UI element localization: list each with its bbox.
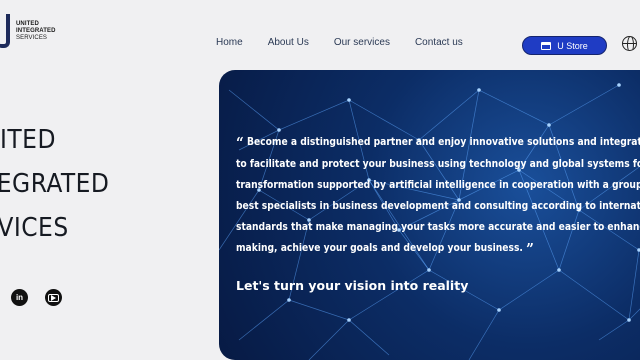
logo-line-3: SERVICES (16, 34, 48, 41)
social-links: in (11, 289, 62, 306)
hero-tagline: Let's turn your vision into reality (236, 278, 469, 293)
quote-line-1: “ Become a distinguished partner and enj… (236, 132, 640, 154)
title-line-1: NITED (0, 125, 56, 155)
quote-line-6: making, achieve your goals and develop y… (236, 238, 640, 260)
title-line-3: RVICES (0, 213, 69, 243)
close-quote: ” (526, 240, 534, 258)
store-icon (541, 41, 552, 50)
quote-line-4: best specialists in business development… (236, 201, 640, 212)
logo-line-2: INTEGRATED (16, 27, 56, 34)
logo-mark-icon (0, 14, 12, 48)
linkedin-glyph: in (15, 293, 24, 302)
linkedin-icon[interactable]: in (11, 289, 28, 306)
quote-line-3: transformation supported by artificial i… (236, 180, 640, 191)
title-line-2: TEGRATED (0, 169, 110, 199)
u-store-button[interactable]: U Store (522, 36, 607, 55)
nav-home[interactable]: Home (216, 37, 243, 48)
nav-about-us[interactable]: About Us (268, 37, 309, 48)
u-store-label: U Store (557, 40, 588, 51)
youtube-icon[interactable] (45, 289, 62, 306)
youtube-glyph (48, 293, 59, 302)
logo-line-1: UNITED (16, 20, 39, 27)
quote-line-6-text: making, achieve your goals and develop y… (236, 243, 523, 254)
nav-our-services[interactable]: Our services (334, 37, 390, 48)
page-title: NITED TEGRATED RVICES (0, 118, 109, 250)
hero-card: “ Become a distinguished partner and enj… (219, 70, 640, 360)
logo[interactable]: UNITED INTEGRATED SERVICES (0, 14, 56, 48)
nav-contact-us[interactable]: Contact us (415, 37, 463, 48)
quote-line-5: standards that make managing your tasks … (236, 222, 640, 233)
quote-line-2: to facilitate and protect your business … (236, 159, 640, 170)
hero-quote: “ Become a distinguished partner and enj… (236, 132, 640, 260)
logo-text: UNITED INTEGRATED SERVICES (16, 21, 56, 42)
main-nav: Home About Us Our services Contact us (216, 37, 488, 48)
quote-line-1-text: Become a distinguished partner and enjoy… (246, 137, 640, 148)
open-quote: “ (236, 134, 244, 152)
globe-icon[interactable] (622, 36, 637, 51)
site-header: UNITED INTEGRATED SERVICES Home About Us… (0, 0, 640, 62)
